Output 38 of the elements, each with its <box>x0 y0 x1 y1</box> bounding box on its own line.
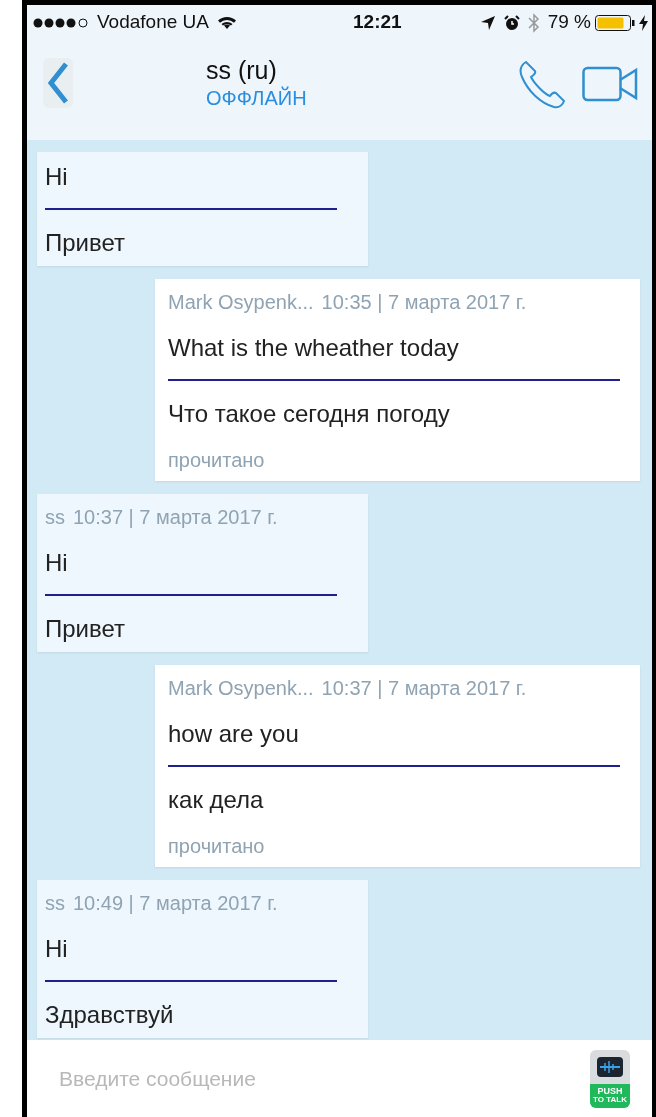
translation-text: Что такое сегодня погоду <box>168 399 451 429</box>
read-status: прочитано <box>168 448 266 473</box>
device-screen-icon <box>596 1054 624 1079</box>
phone-icon[interactable] <box>518 59 566 109</box>
message-timestamp: 10:35 | 7 марта 2017 г. <box>321 290 527 315</box>
presence-status: ОФФЛАЙН <box>206 85 307 111</box>
carrier-name: Vodafone UA <box>97 10 209 35</box>
alarm-clock-icon <box>503 14 520 31</box>
message-input[interactable]: Введите сообщение <box>57 1061 590 1096</box>
video-camera-icon[interactable] <box>582 66 638 102</box>
message-text: how are you <box>168 719 300 749</box>
sender-name: ss <box>45 891 65 916</box>
battery-icon <box>595 14 635 31</box>
translation-text: Здравствуй <box>45 1000 175 1030</box>
bluetooth-icon <box>527 12 540 33</box>
signal-icon <box>33 17 89 28</box>
wifi-icon <box>217 15 237 30</box>
translation-text: как дела <box>168 785 265 815</box>
clock-time: 12:21 <box>352 10 402 35</box>
message-text: Hi <box>45 548 69 578</box>
push-to-talk-button[interactable]: PUSH TO TALK <box>590 1049 630 1108</box>
message-timestamp: 10:49 | 7 марта 2017 г. <box>73 891 278 916</box>
sender-name: ss <box>45 505 65 530</box>
sender-name: Mark Osypenk... <box>168 290 314 315</box>
message-text: What is the wheather today <box>168 333 460 363</box>
message-timestamp: 10:37 | 7 марта 2017 г. <box>73 505 278 530</box>
translation-text: Привет <box>45 228 127 258</box>
charging-bolt-icon <box>639 14 648 31</box>
battery-percentage: 79 % <box>547 10 591 35</box>
back-button[interactable] <box>43 58 73 108</box>
translation-text: Привет <box>45 614 127 644</box>
message-text: Hi <box>45 162 69 192</box>
contact-name: ss (ru) <box>206 55 278 85</box>
sender-name: Mark Osypenk... <box>168 676 314 701</box>
read-status: прочитано <box>168 834 266 859</box>
location-arrow-icon <box>479 14 496 31</box>
message-timestamp: 10:37 | 7 марта 2017 г. <box>321 676 527 701</box>
message-text: Hi <box>45 934 69 964</box>
